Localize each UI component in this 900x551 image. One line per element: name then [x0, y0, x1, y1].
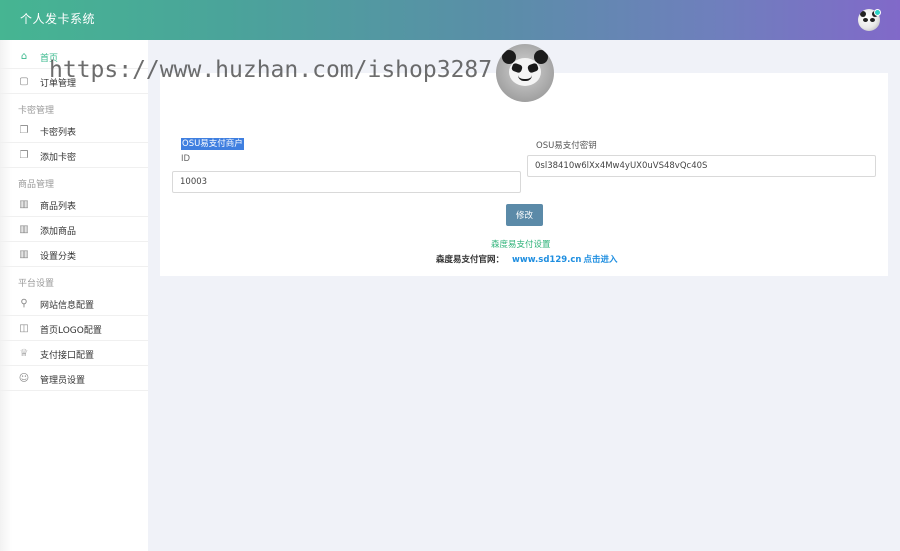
sidebar-item-site-info[interactable]: ⚲ 网站信息配置	[0, 292, 148, 316]
sidebar-item-label: 支付接口配置	[40, 351, 95, 361]
sidebar-item-add-card[interactable]: ❐ 添加卡密	[0, 144, 148, 168]
top-bar	[0, 0, 900, 40]
sidebar-item-label: 添加商品	[40, 227, 77, 237]
book-icon: ▥	[19, 249, 29, 260]
crown-icon: ♕	[19, 348, 29, 359]
copy-icon: ❐	[19, 150, 29, 161]
sidebar-item-logo[interactable]: ◫ 首页LOGO配置	[0, 317, 148, 341]
avatar-eye-left	[863, 18, 868, 22]
book-icon: ▥	[19, 199, 29, 210]
section-title-platform: 平台设置	[18, 279, 55, 289]
official-site-url[interactable]: www.sd129.cn	[512, 255, 581, 265]
online-status-dot	[874, 9, 881, 16]
merchant-id-sublabel: ID	[181, 154, 191, 164]
sidebar-item-label: 首页	[40, 54, 59, 64]
sidebar-item-label: 首页LOGO配置	[40, 326, 102, 336]
sidebar-item-label: 添加卡密	[40, 153, 77, 163]
sidebar-item-card-list[interactable]: ❐ 卡密列表	[0, 119, 148, 143]
clipboard-icon: ▢	[19, 76, 29, 87]
avatar-ear-left	[860, 11, 866, 17]
merchant-id-input[interactable]: 10003	[172, 171, 521, 193]
sidebar-item-product-list[interactable]: ▥ 商品列表	[0, 193, 148, 217]
home-icon: ⌂	[20, 51, 28, 62]
merchant-key-label: OSU易支付密钥	[536, 141, 597, 151]
flag-icon: ⚲	[20, 298, 28, 309]
sidebar-item-add-product[interactable]: ▥ 添加商品	[0, 218, 148, 242]
payment-settings-link[interactable]: 森度易支付设置	[491, 238, 551, 250]
sidebar-item-home[interactable]: ⌂ 首页	[0, 45, 148, 69]
sidebar-item-orders[interactable]: ▢ 订单管理	[0, 70, 148, 94]
sidebar-item-admin[interactable]: ☺ 管理员设置	[0, 367, 148, 391]
merchant-id-label: OSU易支付商户	[181, 138, 244, 150]
panda-watermark-icon	[496, 44, 554, 102]
sidebar-item-label: 订单管理	[40, 79, 77, 89]
merchant-key-input[interactable]: 0sl38410w6lXx4Mw4yUX0uVS48vQc40S	[527, 155, 876, 177]
sidebar-item-label: 商品列表	[40, 202, 77, 212]
enter-site-link[interactable]: 点击进入	[583, 255, 617, 265]
app-title: 个人发卡系统	[20, 12, 96, 26]
sidebar-item-label: 管理员设置	[40, 376, 86, 386]
sidebar-item-label: 卡密列表	[40, 128, 77, 138]
section-title-cards: 卡密管理	[18, 106, 55, 116]
section-title-products: 商品管理	[18, 180, 55, 190]
modify-button[interactable]: 修改	[506, 204, 543, 226]
sidebar-item-label: 网站信息配置	[40, 301, 95, 311]
smile-icon: ☺	[18, 373, 30, 384]
layout-icon: ◫	[19, 323, 29, 334]
book-icon: ▥	[19, 224, 29, 235]
official-site-line: 森度易支付官网： www.sd129.cn 点击进入	[436, 253, 617, 265]
sidebar-item-categories[interactable]: ▥ 设置分类	[0, 243, 148, 267]
avatar-eye-right	[870, 18, 875, 22]
copy-icon: ❐	[19, 125, 29, 136]
official-site-label: 森度易支付官网：	[436, 255, 505, 265]
sidebar-item-label: 设置分类	[40, 252, 77, 262]
sidebar-item-payment[interactable]: ♕ 支付接口配置	[0, 342, 148, 366]
